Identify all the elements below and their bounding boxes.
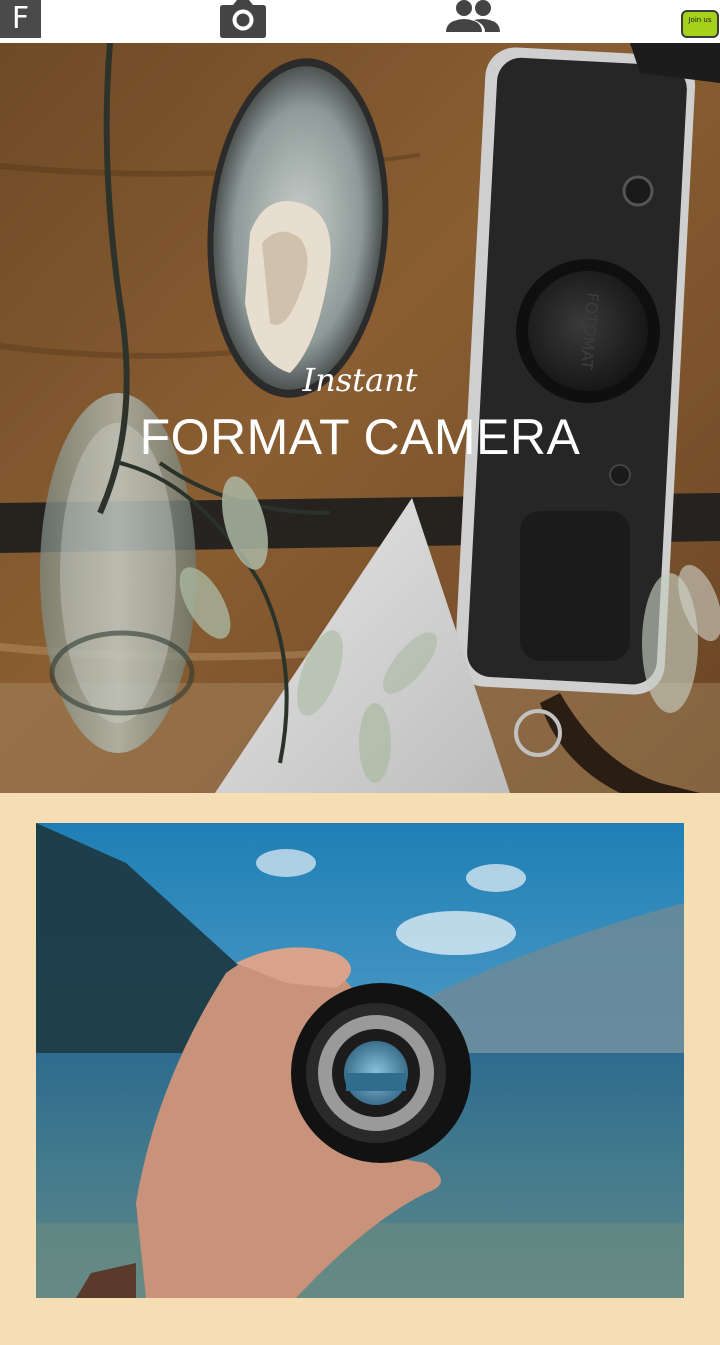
hero-subtitle: Instant xyxy=(302,361,418,399)
lens-photo-image xyxy=(36,823,684,1298)
lens-photo xyxy=(36,823,684,1298)
hero-title: FORMAT CAMERA xyxy=(139,409,581,465)
camera-icon[interactable] xyxy=(219,0,267,38)
people-icon[interactable] xyxy=(444,0,502,34)
site-logo[interactable]: F xyxy=(0,0,41,38)
hero-banner: FOTOMAT Instant FORMAT CAMERA xyxy=(0,43,720,793)
join-us-button[interactable]: Join us xyxy=(681,10,719,38)
top-navigation-bar: F Join us xyxy=(0,0,720,43)
